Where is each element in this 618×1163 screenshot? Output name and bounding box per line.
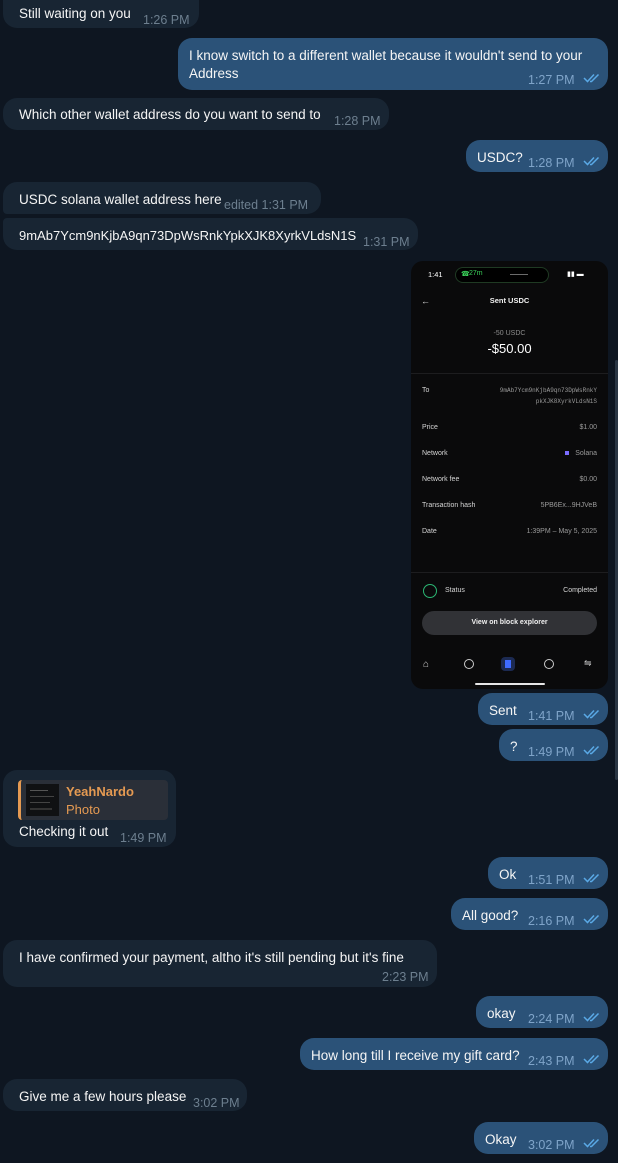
double-check-icon xyxy=(583,1054,601,1064)
activity-icon xyxy=(501,657,515,671)
outgoing-message[interactable]: Sent 1:41 PM xyxy=(478,693,608,725)
double-check-icon xyxy=(583,914,601,924)
message-time: 1:31 PM xyxy=(363,235,410,249)
message-time: 3:02 PM xyxy=(193,1096,240,1110)
message-text: ? xyxy=(510,739,518,754)
row-value: $1.00 xyxy=(579,424,597,431)
outgoing-message[interactable]: ? 1:49 PM xyxy=(499,729,608,761)
row-label: Transaction hash xyxy=(422,502,476,509)
row-value: 9mAb7Ycm9nKjbA9qn73DpWsRnkY xyxy=(499,387,597,394)
message-text: USDC solana wallet address here xyxy=(19,192,222,207)
outgoing-message[interactable]: USDC? 1:28 PM xyxy=(466,140,608,172)
status-value: Completed xyxy=(563,587,597,594)
message-text: Which other wallet address do you want t… xyxy=(19,107,321,122)
outgoing-message[interactable]: I know switch to a different wallet beca… xyxy=(178,38,608,90)
outgoing-message[interactable]: How long till I receive my gift card? 2:… xyxy=(300,1038,608,1070)
double-check-icon xyxy=(583,745,601,755)
row-label: Network xyxy=(422,450,448,457)
screen-title: Sent USDC xyxy=(489,296,530,305)
row-value: 5PB6Ex...9HJVeB xyxy=(540,502,597,509)
message-text: 9mAb7Ycm9nKjbA9qn73DpWsRnkYpkXJK8XyrkVLd… xyxy=(19,228,357,243)
message-text: I know switch to a different wallet beca… xyxy=(189,48,583,63)
solana-icon xyxy=(565,451,569,455)
outgoing-message[interactable]: All good? 2:16 PM xyxy=(451,898,608,930)
message-time: 1:49 PM xyxy=(120,831,167,845)
message-time: 2:24 PM xyxy=(528,1012,575,1026)
reply-thumbnail xyxy=(26,784,59,816)
message-time: 1:27 PM xyxy=(528,73,575,87)
double-check-icon xyxy=(583,1012,601,1022)
view-explorer-button[interactable]: View on block explorer xyxy=(422,611,597,635)
message-time: 2:43 PM xyxy=(528,1054,575,1068)
double-check-icon xyxy=(583,156,601,166)
message-time: 2:16 PM xyxy=(528,914,575,928)
message-text: Okay xyxy=(485,1132,517,1147)
photo-attachment[interactable]: 1:41 ☎ 27m ▮▮ ▬ ← Sent USDC -50 USDC -$5… xyxy=(411,261,608,689)
message-time: 1:28 PM xyxy=(334,114,381,128)
signal-battery-icon: ▮▮ ▬ xyxy=(567,271,584,278)
message-time: 1:26 PM xyxy=(143,13,190,27)
incoming-message[interactable]: 9mAb7Ycm9nKjbA9qn73DpWsRnkYpkXJK8XyrkVLd… xyxy=(3,218,418,250)
message-time: 1:41 PM xyxy=(528,709,575,723)
incoming-message[interactable]: Give me a few hours please 3:02 PM xyxy=(3,1079,247,1111)
status-time: 1:41 xyxy=(428,270,443,279)
message-text: I have confirmed your payment, altho it'… xyxy=(19,950,404,965)
waveform-icon xyxy=(510,274,528,275)
message-text: Checking it out xyxy=(19,824,109,839)
message-text: All good? xyxy=(462,908,519,923)
message-time: 3:02 PM xyxy=(528,1138,575,1152)
row-label: Price xyxy=(422,424,438,431)
incoming-message[interactable]: Still waiting on you 1:26 PM xyxy=(3,0,199,28)
swap-icon: ⇋ xyxy=(584,658,592,668)
incoming-message[interactable]: I have confirmed your payment, altho it'… xyxy=(3,940,437,987)
message-time: 1:49 PM xyxy=(528,745,575,759)
message-text: okay xyxy=(487,1006,516,1021)
message-time: 1:28 PM xyxy=(528,156,575,170)
call-pill: ☎ 27m xyxy=(455,267,549,283)
message-text-line2: Address xyxy=(189,66,239,81)
divider xyxy=(411,373,608,374)
row-label: Date xyxy=(422,528,437,535)
message-time: edited 1:31 PM xyxy=(224,198,309,212)
double-check-icon xyxy=(583,1138,601,1148)
incoming-message[interactable]: USDC solana wallet address here edited 1… xyxy=(3,182,321,214)
reply-preview[interactable]: YeahNardo Photo xyxy=(18,780,168,820)
reply-author: YeahNardo xyxy=(66,784,134,799)
status-icon xyxy=(423,584,437,598)
outgoing-message[interactable]: okay 2:24 PM xyxy=(476,996,608,1028)
clock-icon xyxy=(464,659,474,669)
button-label: View on block explorer xyxy=(471,619,548,626)
divider xyxy=(411,572,608,573)
reply-type: Photo xyxy=(66,802,100,817)
double-check-icon xyxy=(583,709,601,719)
double-check-icon xyxy=(583,73,601,83)
row-value: $0.00 xyxy=(579,476,597,483)
message-text: How long till I receive my gift card? xyxy=(311,1048,520,1063)
row-label: To xyxy=(422,387,430,394)
message-time: 2:23 PM xyxy=(382,970,429,984)
home-icon: ⌂ xyxy=(423,659,430,670)
home-indicator xyxy=(475,683,545,685)
message-text: Sent xyxy=(489,703,517,718)
row-value: Solana xyxy=(575,450,597,457)
message-text: Give me a few hours please xyxy=(19,1089,187,1104)
status-label: Status xyxy=(445,587,465,594)
row-value: 1:39PM – May 5, 2025 xyxy=(526,528,597,535)
message-text: USDC? xyxy=(477,150,523,165)
message-time: 1:51 PM xyxy=(528,873,575,887)
call-duration: 27m xyxy=(469,270,483,277)
incoming-message[interactable]: Which other wallet address do you want t… xyxy=(3,98,389,130)
compass-icon xyxy=(544,659,554,669)
message-text: Still waiting on you xyxy=(19,6,131,21)
message-text: Ok xyxy=(499,867,517,882)
outgoing-message[interactable]: Ok 1:51 PM xyxy=(488,857,608,889)
amount-fiat: -$50.00 xyxy=(487,341,532,356)
amount-crypto: -50 USDC xyxy=(493,330,526,337)
double-check-icon xyxy=(583,873,601,883)
row-value-line2: pkXJK8XyrkVLdsN1S xyxy=(535,398,597,405)
outgoing-message[interactable]: Okay 3:02 PM xyxy=(474,1122,608,1154)
row-label: Network fee xyxy=(422,476,460,483)
incoming-message-with-reply[interactable]: YeahNardo Photo Checking it out 1:49 PM xyxy=(3,770,176,847)
